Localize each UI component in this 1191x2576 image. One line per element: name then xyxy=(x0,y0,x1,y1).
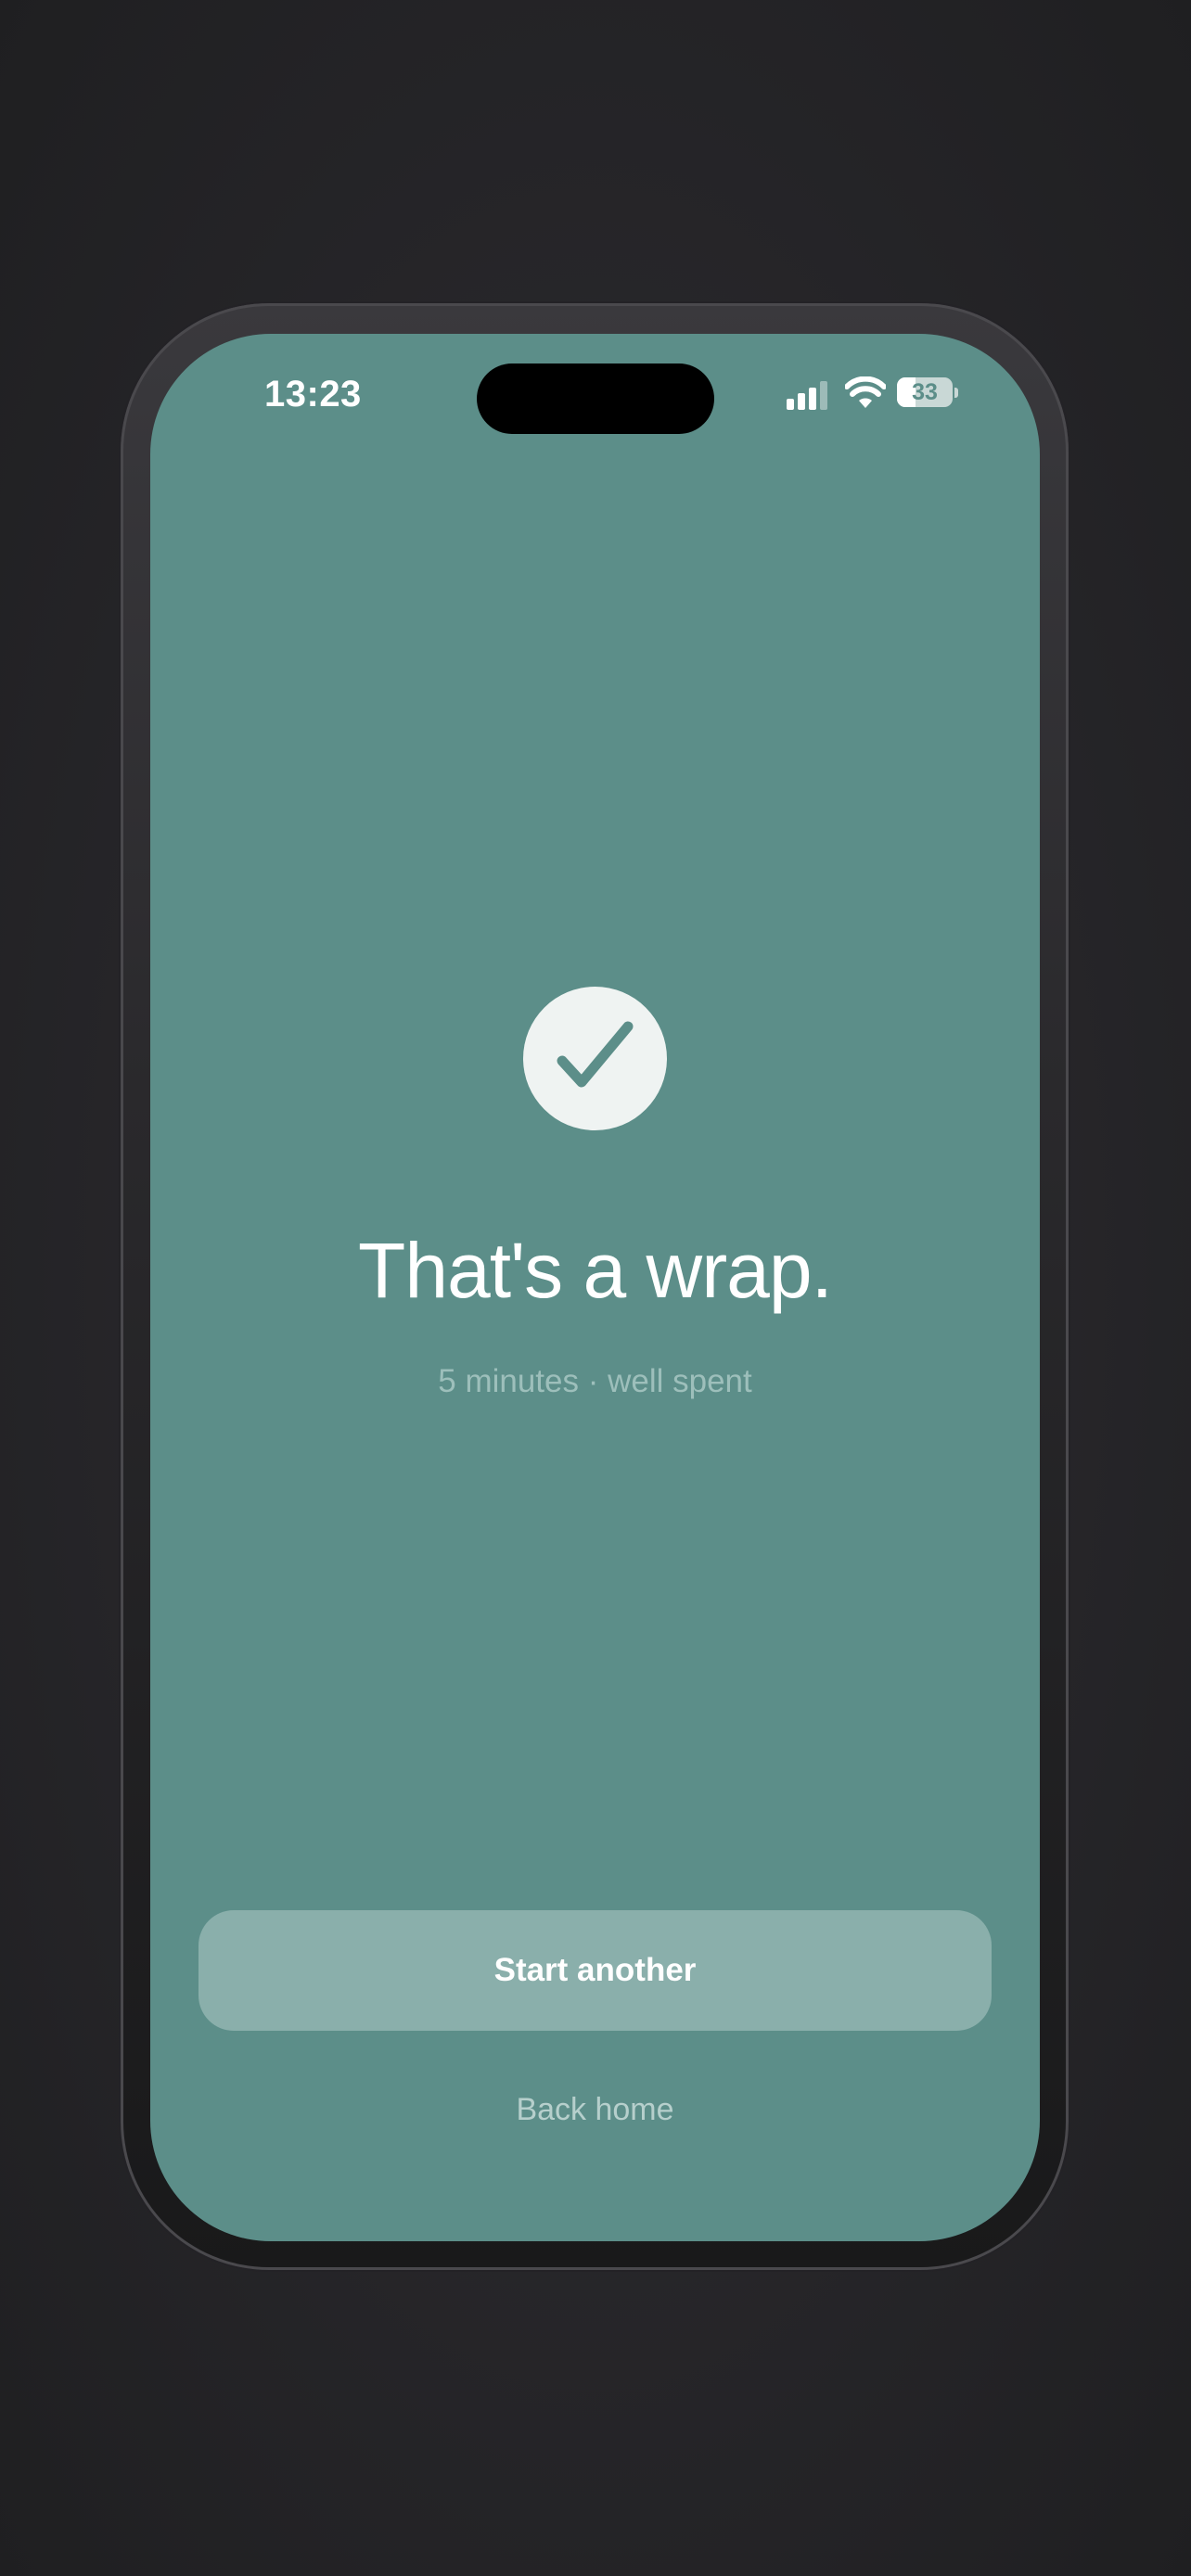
completion-subtitle: 5 minutes · well spent xyxy=(438,1363,752,1399)
battery-body: 33 xyxy=(897,377,953,407)
cellular-signal-icon xyxy=(787,381,827,410)
checkmark-icon xyxy=(557,1021,634,1088)
battery-percent: 33 xyxy=(912,379,938,405)
back-home-link[interactable]: Back home xyxy=(455,2086,735,2133)
status-time: 13:23 xyxy=(264,374,362,414)
completion-title: That's a wrap. xyxy=(358,1227,833,1314)
checkmark-circle-icon xyxy=(523,987,667,1130)
battery-indicator: 33 xyxy=(897,377,958,409)
status-icons: 33 xyxy=(787,373,958,419)
start-another-button[interactable]: Start another xyxy=(198,1910,992,2031)
dynamic-island xyxy=(477,363,714,434)
wifi-icon xyxy=(845,376,886,408)
battery-cap xyxy=(954,388,958,398)
app-screen: 13:23 33 That's a wrap. 5 minutes · well… xyxy=(150,334,1040,2241)
